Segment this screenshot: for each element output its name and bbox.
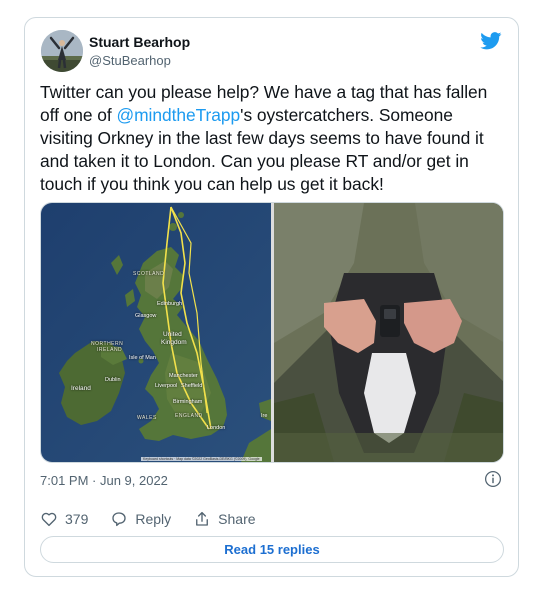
map-label-england: ENGLAND	[175, 413, 203, 419]
map-label-london: London	[207, 425, 226, 431]
reply-icon	[112, 512, 127, 527]
map-label-dublin: Dublin	[105, 377, 121, 383]
info-icon[interactable]	[484, 470, 502, 488]
share-label: Share	[218, 511, 256, 527]
author-display-name[interactable]: Stuart Bearhop	[89, 34, 190, 50]
media-map-image[interactable]: SCOTLAND Edinburgh Glasgow United Kingdo…	[41, 203, 271, 462]
like-count: 379	[65, 511, 89, 527]
map-label-ire-edge: Ire	[261, 413, 268, 419]
map-label-liverpool: Liverpool	[155, 383, 178, 389]
map-label-wales: WALES	[137, 415, 157, 421]
twitter-bird-icon[interactable]	[480, 32, 502, 50]
mention-link[interactable]: @mindtheTrapp	[117, 105, 241, 125]
author-block: Stuart Bearhop @StuBearhop	[89, 34, 190, 68]
heart-icon	[41, 512, 57, 527]
map-label-scotland: SCOTLAND	[133, 271, 165, 277]
map-label-manchester: Manchester	[169, 373, 198, 379]
map-label-united: United	[163, 331, 182, 338]
map-label-sheffield: Sheffield	[181, 383, 203, 389]
map-label-birmingham: Birmingham	[173, 399, 203, 405]
like-button[interactable]: 379	[40, 510, 88, 528]
tweet-card: Stuart Bearhop @StuBearhop Twitter can y…	[24, 17, 519, 577]
avatar[interactable]	[41, 30, 83, 72]
map-attribution: Keyboard shortcuts · Map data ©2022 GeoB…	[141, 457, 262, 461]
share-icon	[196, 511, 209, 526]
media-photo-image[interactable]	[274, 203, 503, 462]
tweet-actions: 379 Reply Share	[40, 508, 278, 530]
author-handle[interactable]: @StuBearhop	[89, 53, 190, 68]
map-label-ireland: Ireland	[71, 385, 91, 392]
media-grid: SCOTLAND Edinburgh Glasgow United Kingdo…	[40, 202, 504, 463]
map-label-northern-ireland: IRELAND	[97, 347, 123, 353]
map-label-edinburgh: Edinburgh	[157, 301, 183, 307]
map-label-isle-of-man: Isle of Man	[129, 355, 156, 361]
map-label-glasgow: Glasgow	[135, 313, 157, 319]
reply-label: Reply	[135, 511, 172, 527]
map-label-kingdom: Kingdom	[161, 339, 187, 346]
tweet-timestamp[interactable]: 7:01 PM · Jun 9, 2022	[40, 473, 168, 488]
share-button[interactable]: Share	[193, 510, 256, 528]
read-replies-button[interactable]: Read 15 replies	[40, 536, 504, 563]
tweet-text: Twitter can you please help? We have a t…	[40, 81, 510, 196]
reply-button[interactable]: Reply	[110, 510, 171, 528]
